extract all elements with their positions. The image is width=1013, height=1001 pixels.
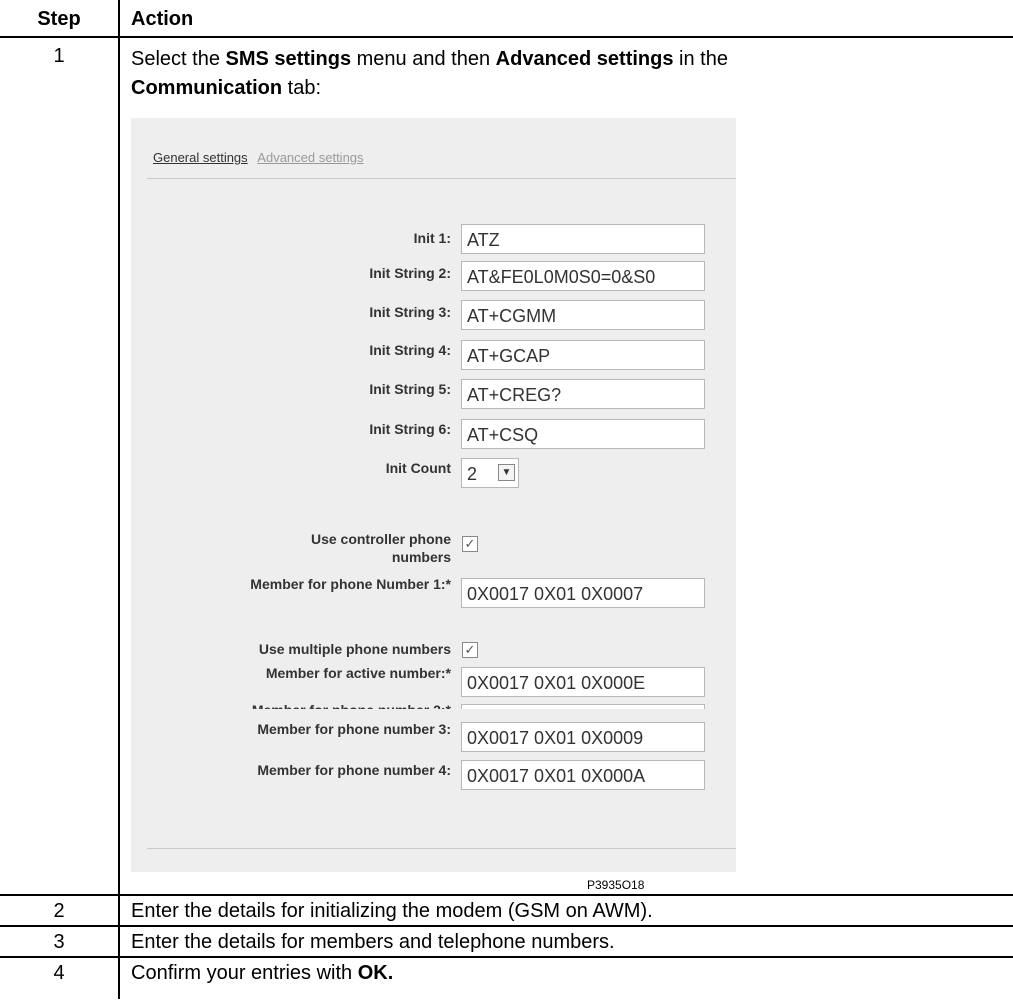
header-action: Action xyxy=(131,8,194,30)
init-string-4-input[interactable]: AT+GCAP xyxy=(461,340,705,370)
table-header: Step Action xyxy=(0,0,1013,38)
figure-code: P3935O18 xyxy=(587,878,645,892)
init-count-label: Init Count xyxy=(385,460,451,476)
use-controller-checkbox[interactable]: ✓ xyxy=(462,536,478,552)
member-phone4-label: Member for phone number 4: xyxy=(257,762,451,778)
init-string-3-input[interactable]: AT+CGMM xyxy=(461,300,705,330)
field-label: Init 1: xyxy=(413,230,451,246)
step-number: 4 xyxy=(53,962,65,984)
step-instruction: Confirm your entries with OK. xyxy=(131,962,394,984)
init-count-value: 2 xyxy=(467,464,478,484)
use-multiple-checkbox[interactable]: ✓ xyxy=(462,642,478,658)
field-label: Init String 5: xyxy=(369,381,451,397)
table-row: 4 Confirm your entries with OK. xyxy=(0,956,1013,1001)
tab-general-settings[interactable]: General settings xyxy=(153,150,248,165)
step-number: 2 xyxy=(53,900,65,922)
use-multiple-label: Use multiple phone numbers xyxy=(258,641,451,657)
field-label: Init String 4: xyxy=(369,342,451,358)
header-step: Step xyxy=(37,8,81,30)
divider xyxy=(147,178,736,179)
member-phone1-label: Member for phone Number 1:* xyxy=(250,576,451,592)
step-instruction: Select the SMS settings menu and then Ad… xyxy=(131,48,728,99)
settings-screenshot: General settings Advanced settings Init … xyxy=(131,118,736,729)
init-count-select[interactable]: 2 ▼ xyxy=(461,458,519,488)
chevron-down-icon: ▼ xyxy=(498,464,515,481)
field-label: Init String 3: xyxy=(369,304,451,320)
divider xyxy=(147,848,736,849)
init-string-6-input[interactable]: AT+CSQ xyxy=(461,419,705,449)
tab-advanced-settings[interactable]: Advanced settings xyxy=(257,150,363,165)
table-row: 3 Enter the details for members and tele… xyxy=(0,925,1013,957)
member-phone3-input[interactable]: 0X0017 0X01 0X0009 xyxy=(461,722,705,752)
step-instruction: Enter the details for members and teleph… xyxy=(131,931,615,953)
step-number: 1 xyxy=(53,45,65,67)
step-instruction: Enter the details for initializing the m… xyxy=(131,900,653,922)
init-string-5-input[interactable]: AT+CREG? xyxy=(461,379,705,409)
member-phone4-input[interactable]: 0X0017 0X01 0X000A xyxy=(461,760,705,790)
table-row: 2 Enter the details for initializing the… xyxy=(0,894,1013,926)
settings-tabs: General settings Advanced settings xyxy=(153,150,364,165)
member-active-label: Member for active number:* xyxy=(265,665,451,681)
step-number: 3 xyxy=(53,931,65,953)
init-string-2-input[interactable]: AT&FE0L0M0S0=0&S0 xyxy=(461,261,705,291)
settings-screenshot-lower: Member for phone number 3: 0X0017 0X01 0… xyxy=(131,709,736,872)
member-phone1-input[interactable]: 0X0017 0X01 0X0007 xyxy=(461,578,705,608)
field-label: Init String 6: xyxy=(369,421,451,437)
column-divider xyxy=(118,0,120,999)
field-label: Init String 2: xyxy=(369,265,451,281)
member-active-input[interactable]: 0X0017 0X01 0X000E xyxy=(461,667,705,697)
init-1-input[interactable]: ATZ xyxy=(461,224,705,254)
member-phone3-label: Member for phone number 3: xyxy=(257,721,451,737)
use-controller-label: Use controller phone numbers xyxy=(310,531,451,565)
